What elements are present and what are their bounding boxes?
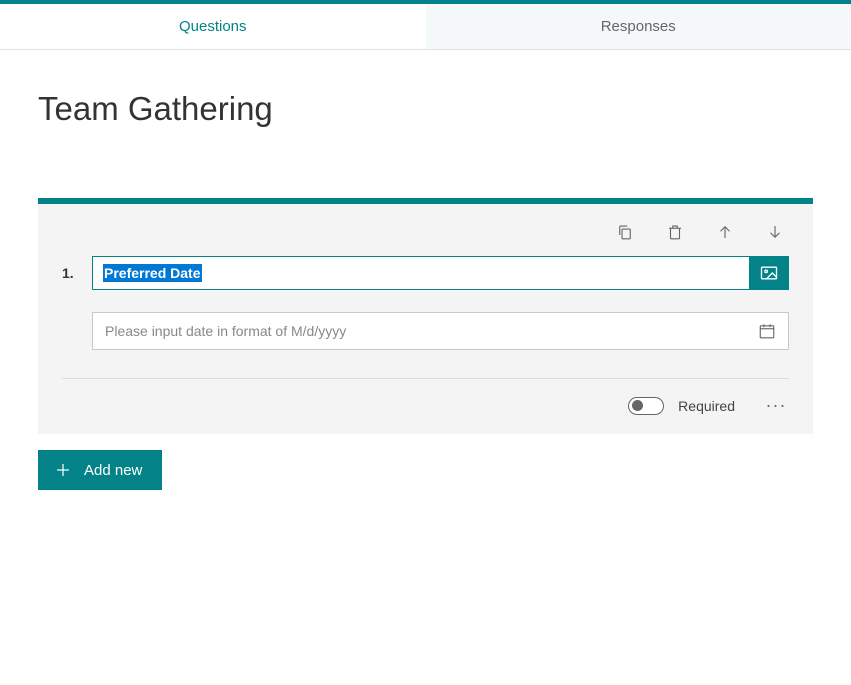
question-number: 1.: [62, 265, 80, 281]
more-options-button[interactable]: ···: [763, 395, 789, 416]
date-input-preview: Please input date in format of M/d/yyyy: [92, 312, 789, 350]
toggle-knob: [632, 400, 643, 411]
move-down-button[interactable]: [765, 222, 785, 242]
question-row: 1. Preferred Date: [62, 256, 789, 290]
date-placeholder-text: Please input date in format of M/d/yyyy: [105, 323, 758, 339]
arrow-down-icon: [766, 223, 784, 241]
calendar-icon: [758, 322, 776, 340]
copy-icon: [616, 223, 634, 241]
date-answer-row: Please input date in format of M/d/yyyy: [92, 312, 789, 350]
tab-responses[interactable]: Responses: [426, 4, 851, 49]
question-card: 1. Preferred Date Please input date in f…: [38, 198, 813, 434]
form-container: Team Gathering: [0, 50, 851, 510]
question-text-selected: Preferred Date: [103, 264, 202, 282]
move-up-button[interactable]: [715, 222, 735, 242]
form-tabs: Questions Responses: [0, 4, 851, 50]
image-icon: [759, 263, 779, 283]
delete-question-button[interactable]: [665, 222, 685, 242]
question-input-wrap: Preferred Date: [92, 256, 789, 290]
required-label: Required: [678, 398, 735, 414]
ellipsis-icon: ···: [766, 395, 787, 416]
add-new-button[interactable]: Add new: [38, 450, 162, 490]
copy-question-button[interactable]: [615, 222, 635, 242]
required-toggle[interactable]: [628, 397, 664, 415]
plus-icon: [54, 461, 72, 479]
question-text-input[interactable]: Preferred Date: [92, 256, 749, 290]
insert-media-button[interactable]: [749, 256, 789, 290]
form-title[interactable]: Team Gathering: [38, 90, 813, 128]
trash-icon: [666, 223, 684, 241]
question-toolbar: [62, 218, 789, 256]
arrow-up-icon: [716, 223, 734, 241]
tab-questions[interactable]: Questions: [0, 4, 426, 49]
add-new-label: Add new: [84, 462, 142, 479]
question-footer: Required ···: [62, 378, 789, 416]
